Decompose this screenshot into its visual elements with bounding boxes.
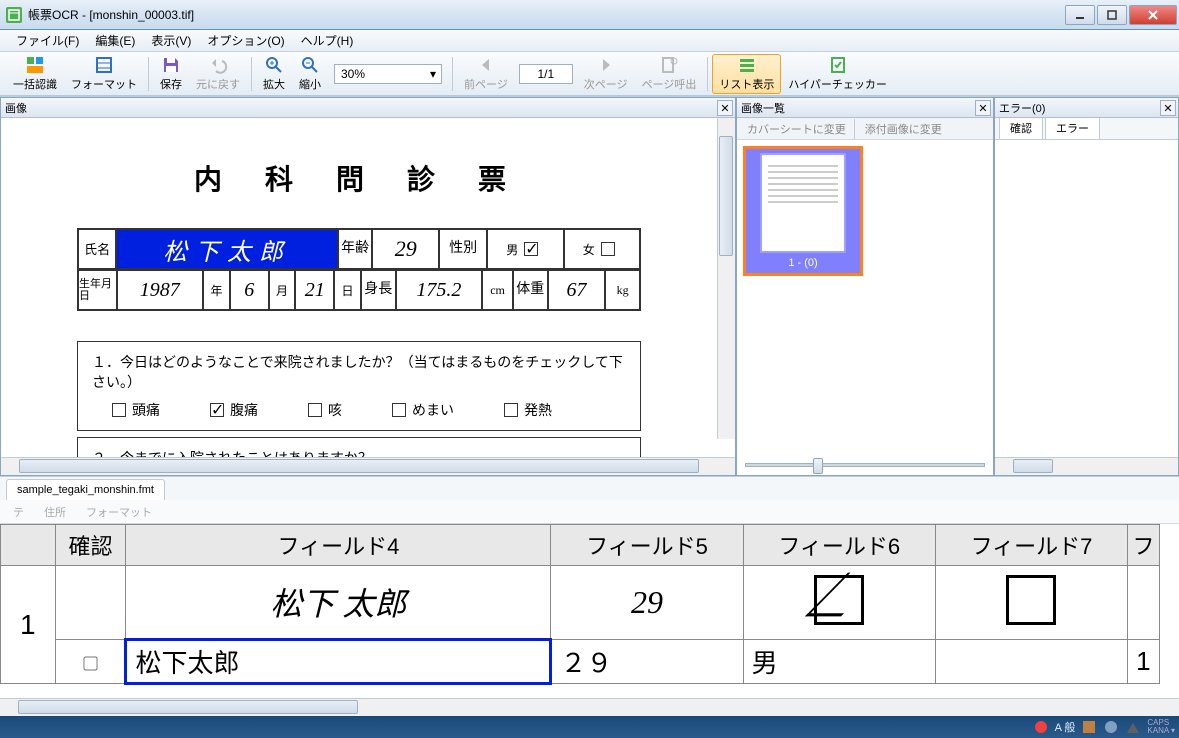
image-list-title: 画像一覧 [741,100,785,116]
name-field[interactable]: 松下太郎 [116,229,338,269]
grid-scrollbar[interactable] [0,698,1179,716]
image-panel: 画像 ✕ 内 科 問 診 票 氏名 松下太郎 年齢 29 性別 男 女 生年月日 … [0,97,736,476]
status-icon [1081,719,1097,735]
confirm-checkbox[interactable] [83,656,97,670]
status-icon [1033,719,1049,735]
zoom-out-button[interactable]: 縮小 [292,54,328,94]
sex-female-checkbox [601,242,615,256]
status-icon [1125,719,1141,735]
status-icon [1103,719,1119,735]
maximize-button[interactable] [1097,5,1127,25]
toolbar: 一括認識 フォーマット 保存 元に戻す 拡大 縮小 30%▾ 前ページ 1/1 … [0,52,1179,96]
cell-field7[interactable] [935,640,1127,684]
menu-bar: ファイル(F) 編集(E) 表示(V) オプション(O) ヘルプ(H) [0,30,1179,52]
image-panel-title: 画像 [5,100,27,116]
col-field4: フィールド4 [126,525,551,566]
zoom-select[interactable]: 30%▾ [334,64,442,84]
menu-help[interactable]: ヘルプ(H) [293,32,362,49]
file-tab[interactable]: sample_tegaki_monshin.fmt [6,479,165,500]
error-tab[interactable]: エラー [1045,116,1100,139]
coversheet-button[interactable]: カバーシートに変更 [741,119,855,139]
error-panel-title: エラー(0) [999,100,1045,116]
page-call-button[interactable]: ページ呼出 [635,54,704,94]
thumbnail[interactable]: 1 - (0) [743,146,863,276]
col-fieldx: フ [1128,525,1160,566]
close-button[interactable] [1129,5,1177,25]
col-field6: フィールド6 [743,525,935,566]
checkbox-image [814,575,864,625]
menu-view[interactable]: 表示(V) [143,32,199,49]
undo-button[interactable]: 元に戻す [189,54,247,94]
close-panel-button[interactable]: ✕ [717,100,733,116]
error-scrollbar[interactable] [995,457,1178,475]
app-icon [6,7,22,23]
zoom-in-button[interactable]: 拡大 [256,54,292,94]
ime-indicator[interactable]: A 般 [1055,719,1076,735]
page-indicator: 1/1 [519,64,573,84]
subtab-te[interactable]: テ [4,500,33,524]
status-bar: A 般 CAPSKANA ▾ [0,716,1179,738]
prev-page-button[interactable]: 前ページ [457,54,515,94]
image-row: 1 松下 太郎 29 [1,566,1160,640]
minimize-button[interactable] [1065,5,1095,25]
cell-field6[interactable]: 男 [743,640,935,684]
window-title: 帳票OCR - [monshin_00003.tif] [28,6,1065,23]
image-list-panel: 画像一覧 ✕ カバーシートに変更 添付画像に変更 1 - (0) [736,97,994,476]
batch-recognize-button[interactable]: 一括認識 [6,54,64,94]
menu-edit[interactable]: 編集(E) [87,32,143,49]
file-tabs: sample_tegaki_monshin.fmt [0,476,1179,500]
attach-image-button[interactable]: 添付画像に変更 [859,119,948,139]
checkbox-image [1006,575,1056,625]
thumbnail-zoom-slider[interactable] [737,455,993,475]
list-view-button[interactable]: リスト表示 [712,54,781,94]
next-page-button[interactable]: 次ページ [577,54,635,94]
close-panel-button[interactable]: ✕ [975,100,991,116]
format-button[interactable]: フォーマット [64,54,144,94]
cell-fieldx[interactable]: 1 [1128,640,1160,684]
form-title: 内 科 問 診 票 [77,158,641,198]
col-field7: フィールド7 [935,525,1127,566]
chevron-down-icon: ▾ [425,65,441,83]
sex-male-checkbox [524,242,538,256]
result-grid: 確認 フィールド4 フィールド5 フィールド6 フィールド7 フ 1 松下 太郎… [0,524,1179,685]
col-field5: フィールド5 [551,525,743,566]
menu-option[interactable]: オプション(O) [199,32,292,49]
save-button[interactable]: 保存 [153,54,189,94]
age-field: 29 [372,229,439,269]
close-panel-button[interactable]: ✕ [1160,100,1176,116]
col-confirm: 確認 [55,525,126,566]
cell-field4[interactable]: 松下太郎 [126,640,551,684]
vertical-scrollbar[interactable] [717,118,735,439]
cell-field5[interactable]: ２９ [551,640,743,684]
horizontal-scrollbar[interactable] [1,457,735,475]
text-row: 松下太郎 ２９ 男 1 [1,640,1160,684]
error-panel: エラー(0) ✕ 確認 エラー [994,97,1179,476]
subtab-format[interactable]: フォーマット [77,500,161,524]
subtab-address[interactable]: 住所 [35,500,75,524]
confirm-tab[interactable]: 確認 [999,116,1043,139]
row-number: 1 [1,566,56,684]
hyper-checker-button[interactable]: ハイパーチェッカー [781,54,894,94]
document-preview: 内 科 問 診 票 氏名 松下太郎 年齢 29 性別 男 女 生年月日 1987… [1,118,717,457]
menu-file[interactable]: ファイル(F) [8,32,87,49]
window-titlebar: 帳票OCR - [monshin_00003.tif] [0,0,1179,30]
